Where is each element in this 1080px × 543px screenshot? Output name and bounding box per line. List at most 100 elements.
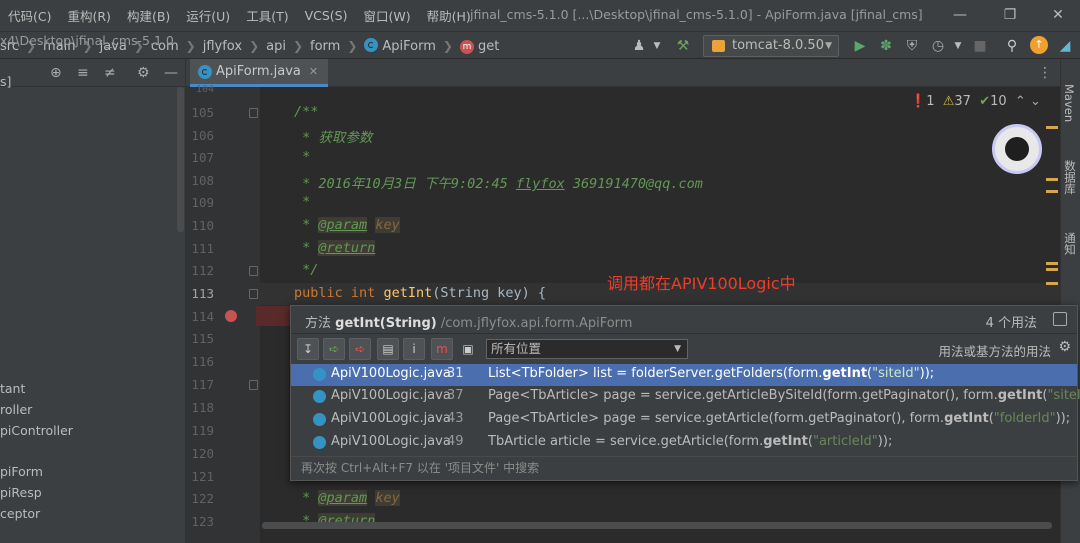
project-tree-item[interactable]: tant [0, 381, 25, 396]
gear-icon[interactable]: ⚙ [1058, 339, 1071, 355]
error-stripe-mark[interactable] [1046, 262, 1058, 265]
error-stripe-mark[interactable] [1046, 282, 1058, 285]
expand-all-icon[interactable]: ≡ [77, 65, 89, 81]
snippet-hit: getInt [944, 411, 989, 426]
project-tree-item[interactable]: ceptor [0, 506, 40, 521]
tool-window-maven[interactable]: Maven [1062, 84, 1076, 122]
minimize-icon[interactable]: — [948, 4, 972, 26]
crumb-api[interactable]: api [266, 39, 286, 54]
write-access-icon[interactable]: ➪ [349, 338, 371, 360]
stop-icon[interactable]: ■ [971, 37, 989, 55]
usage-row[interactable]: ApiV100Logic.java 37 Page<TbArticle> pag… [291, 386, 1080, 408]
usage-file: ApiV100Logic.java [331, 388, 451, 403]
usage-file: ApiV100Logic.java [331, 434, 451, 449]
crumb-jflyfox[interactable]: jflyfox [203, 39, 242, 54]
search-icon[interactable]: ⚲ [1003, 37, 1021, 55]
gear-icon[interactable]: ⚙ [137, 65, 150, 81]
snippet-string: "folderId" [993, 411, 1056, 426]
restore-icon[interactable]: ❐ [998, 4, 1022, 26]
scope-select[interactable]: 所有位置 ▼ [486, 339, 688, 359]
project-tree-item[interactable]: roller [0, 402, 32, 417]
close-tab-icon[interactable]: ✕ [309, 65, 318, 78]
class-icon [313, 436, 326, 449]
menu-vcs[interactable]: VCS(S) [297, 8, 356, 23]
floating-plugin-avatar[interactable] [992, 124, 1042, 174]
hide-panel-icon[interactable]: — [164, 65, 178, 81]
fold-marker-icon[interactable] [249, 380, 258, 390]
update-icon[interactable]: ↑ [1030, 36, 1048, 54]
method-filter-icon[interactable]: m [431, 338, 453, 360]
crumb-get[interactable]: m get [459, 39, 499, 54]
code-token: * [294, 217, 319, 233]
project-tree-item[interactable]: piResp [0, 485, 42, 500]
project-tree-item[interactable]: piController [0, 423, 73, 438]
error-stripe-mark[interactable] [1046, 178, 1058, 181]
fold-marker-icon[interactable] [249, 266, 258, 276]
usage-row[interactable]: ApiV100Logic.java 49 TbArticle article =… [291, 432, 1077, 454]
crumb-apiform-label: ApiForm [382, 39, 436, 54]
project-scrollbar[interactable] [177, 87, 184, 232]
more-vertical-icon[interactable]: ⋮ [1038, 65, 1052, 81]
menu-build[interactable]: 构建(B) [119, 6, 178, 25]
tab-apiform-java[interactable]: ApiForm.java ✕ [190, 59, 329, 87]
build-hammer-icon[interactable]: ⚒ [674, 37, 692, 55]
menu-code[interactable]: 代码(C) [0, 6, 59, 25]
debug-icon[interactable]: ✽ [877, 37, 895, 55]
preview-icon[interactable]: ▣ [457, 338, 479, 360]
line-number: 122 [191, 491, 214, 506]
line-number: 120 [191, 446, 214, 461]
read-access-icon[interactable]: ➪ [323, 338, 345, 360]
user-dropdown-icon[interactable]: ▼ [648, 37, 666, 55]
chevron-right-icon: ❯ [347, 39, 358, 53]
merge-lines-icon[interactable]: ↧ [297, 338, 319, 360]
snippet-text: )); [919, 366, 935, 381]
class-icon [313, 390, 326, 403]
chevron-down-icon: ▼ [825, 41, 832, 51]
usage-row[interactable]: ApiV100Logic.java 31 List<TbFolder> list… [291, 364, 1077, 386]
breakpoint-icon[interactable] [225, 310, 237, 322]
fold-marker-icon[interactable] [249, 108, 258, 118]
profile-icon[interactable]: ◷ [929, 37, 947, 55]
locate-file-icon[interactable]: ⊕ [50, 65, 62, 81]
project-root-path[interactable]: x4\Desktop\jfinal_cms-5.1.0 [0, 33, 174, 48]
line-number: 109 [191, 195, 214, 210]
line-number: 105 [191, 105, 214, 120]
run-config-select[interactable]: tomcat-8.0.50 ▼ [703, 35, 839, 57]
error-stripe-mark[interactable] [1046, 268, 1058, 271]
weak-warning-count: 10 [990, 94, 1007, 109]
error-stripe-mark[interactable] [1046, 190, 1058, 193]
warning-icon: ⚠ [942, 94, 955, 109]
editor-horizontal-scrollbar[interactable] [262, 522, 1052, 529]
open-in-find-window-icon[interactable] [1053, 312, 1067, 326]
folder-filter-icon[interactable]: ▤ [377, 338, 399, 360]
code-token: 369191470@qq.com [564, 176, 703, 192]
project-tree-item[interactable]: s] [0, 74, 11, 89]
fold-marker-icon[interactable] [249, 289, 258, 299]
chevron-up-icon[interactable]: ⌃ [1015, 94, 1026, 109]
tool-window-database[interactable]: 数据库 [1062, 160, 1078, 195]
more-run-dropdown-icon[interactable]: ▼ [949, 37, 967, 55]
usage-snippet: Page<TbArticle> page = service.getArticl… [488, 411, 1070, 426]
crumb-apiform[interactable]: ApiForm [364, 38, 436, 54]
jetbrains-toolbox-icon[interactable]: ◢ [1056, 37, 1074, 55]
inspection-widget[interactable]: ❗1 ⚠37 ✔10 ⌃ ⌄ [910, 94, 1041, 109]
error-stripe-mark[interactable] [1046, 126, 1058, 129]
chevron-down-icon[interactable]: ⌄ [1030, 94, 1041, 109]
collapse-all-icon[interactable]: ≠ [104, 65, 116, 81]
info-icon[interactable]: i [403, 338, 425, 360]
close-window-icon[interactable]: ✕ [1046, 4, 1070, 26]
code-token: * [294, 490, 319, 506]
menu-window[interactable]: 窗口(W) [355, 6, 418, 25]
menu-run[interactable]: 运行(U) [178, 6, 238, 25]
include-base-usages-label[interactable]: 用法或基方法的用法 [938, 341, 1051, 360]
coverage-icon[interactable]: ⛨ [903, 37, 921, 55]
line-number: 113 [191, 286, 214, 301]
crumb-form[interactable]: form [310, 39, 340, 54]
usage-row[interactable]: ApiV100Logic.java 43 Page<TbArticle> pag… [291, 409, 1077, 431]
menu-tools[interactable]: 工具(T) [238, 6, 296, 25]
menu-refactor[interactable]: 重构(R) [59, 6, 118, 25]
run-icon[interactable]: ▶ [851, 37, 869, 55]
user-icon[interactable]: ♟ [630, 37, 648, 55]
tool-window-notifications[interactable]: 通知 [1062, 232, 1078, 255]
project-tree-item[interactable]: piForm [0, 464, 43, 479]
